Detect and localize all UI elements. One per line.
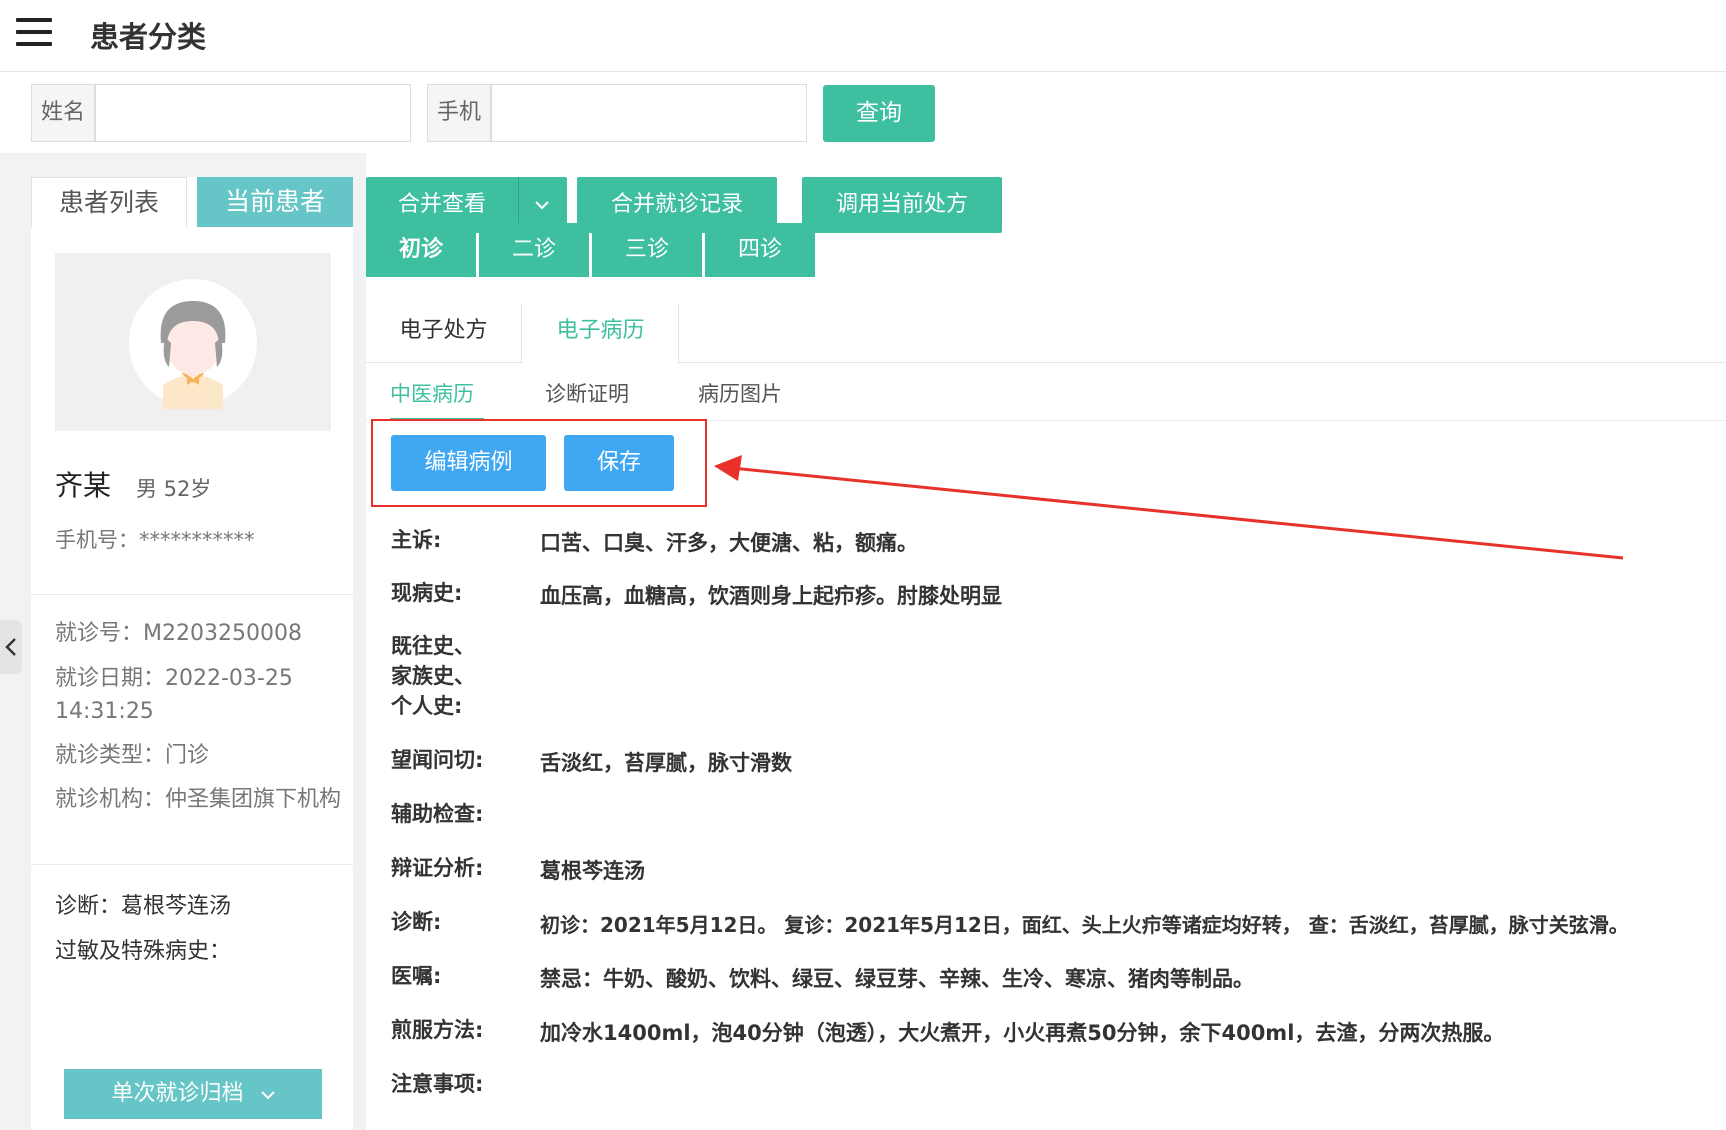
annotation-arrow: [714, 455, 1624, 560]
